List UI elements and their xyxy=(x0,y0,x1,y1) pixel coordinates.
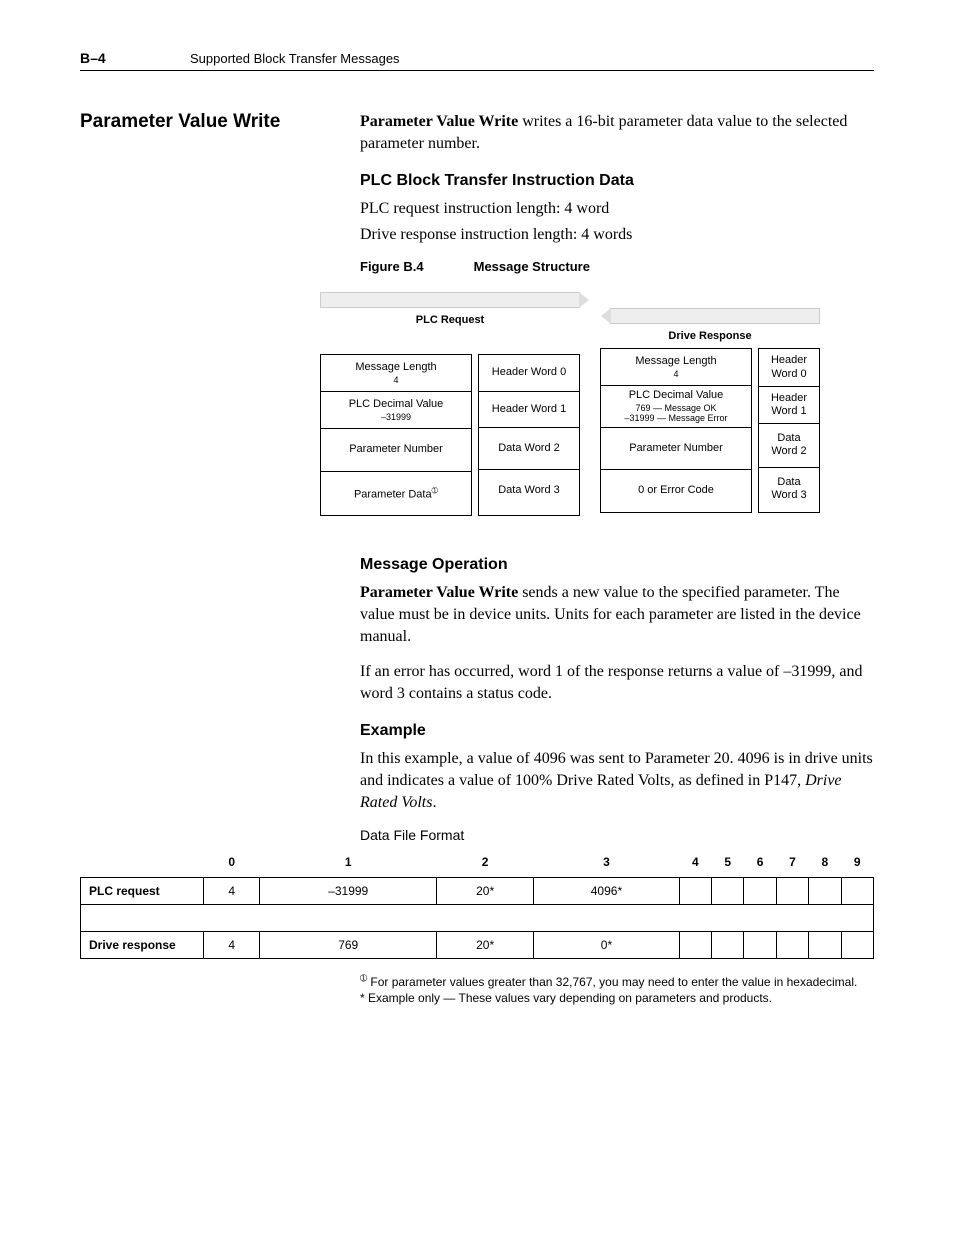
drv-cell: PLC Decimal Value769 — Message OK–31999 … xyxy=(601,386,751,428)
drv-cell: 0 or Error Code xyxy=(601,470,751,511)
msg-op-bold: Parameter Value Write xyxy=(360,584,518,601)
figure-caption: Figure B.4 Message Structure xyxy=(360,259,874,274)
cell: 4 xyxy=(204,932,260,959)
plc-line2: Drive response instruction length: 4 wor… xyxy=(360,224,874,246)
plc-word: Header Word 0 xyxy=(479,355,579,391)
row-label: PLC request xyxy=(81,878,204,905)
msg-op-p2: If an error has occurred, word 1 of the … xyxy=(360,661,874,704)
page-header: B–4 Supported Block Transfer Messages xyxy=(80,50,874,71)
figure-title: Message Structure xyxy=(474,259,590,274)
cell xyxy=(776,878,808,905)
drv-cell: Parameter Number xyxy=(601,428,751,470)
cell xyxy=(776,932,808,959)
example-p1: In this example, a value of 4096 was sen… xyxy=(360,748,874,813)
example-p1a: In this example, a value of 4096 was sen… xyxy=(360,750,873,789)
col-8: 8 xyxy=(809,851,841,878)
drive-response-group: Drive Response Message Length4 PLC Decim… xyxy=(600,292,820,516)
data-file-label: Data File Format xyxy=(360,827,874,843)
cell xyxy=(679,932,711,959)
cell: 4 xyxy=(204,878,260,905)
col-1: 1 xyxy=(260,851,437,878)
drv-word: Data Word 2 xyxy=(759,424,819,467)
cell: 20* xyxy=(436,878,533,905)
arrow-right-icon xyxy=(320,292,580,308)
cell: 4096* xyxy=(534,878,679,905)
data-file-table: 0 1 2 3 4 5 6 7 8 9 PLC request 4 –31999… xyxy=(80,851,874,959)
cell xyxy=(841,878,873,905)
drv-cell: Message Length4 xyxy=(601,349,751,386)
plc-right-stack: Header Word 0 Header Word 1 Data Word 2 … xyxy=(478,354,580,516)
cell: 769 xyxy=(260,932,437,959)
section-title: Parameter Value Write xyxy=(80,111,360,133)
plc-line1: PLC request instruction length: 4 word xyxy=(360,198,874,220)
drv-word: Header Word 0 xyxy=(759,349,819,386)
example-p1b: . xyxy=(432,794,436,811)
plc-word: Data Word 2 xyxy=(479,428,579,470)
table-row: Drive response 4 769 20* 0* xyxy=(81,932,874,959)
drive-response-title: Drive Response xyxy=(600,330,820,342)
header-title: Supported Block Transfer Messages xyxy=(190,51,400,66)
plc-word: Data Word 3 xyxy=(479,470,579,511)
col-7: 7 xyxy=(776,851,808,878)
plc-cell: Parameter Data➀ xyxy=(321,472,471,516)
cell xyxy=(744,932,776,959)
msg-op-p1: Parameter Value Write sends a new value … xyxy=(360,582,874,647)
arrow-left-icon xyxy=(610,308,820,324)
msg-op-heading: Message Operation xyxy=(360,556,874,574)
cell xyxy=(711,878,743,905)
footnotes: ➀ For parameter values greater than 32,7… xyxy=(360,973,874,1005)
cell: 20* xyxy=(436,932,533,959)
footnote-2: * Example only — These values vary depen… xyxy=(360,991,874,1005)
col-0: 0 xyxy=(204,851,260,878)
footnote-1: ➀ For parameter values greater than 32,7… xyxy=(360,973,874,989)
cell xyxy=(679,878,711,905)
intro-para: Parameter Value Write writes a 16-bit pa… xyxy=(360,111,874,154)
plc-cell: Parameter Number xyxy=(321,429,471,471)
page-number: B–4 xyxy=(80,50,190,66)
figure-label: Figure B.4 xyxy=(360,259,470,274)
drv-word: Data Word 3 xyxy=(759,468,819,510)
table-row: PLC request 4 –31999 20* 4096* xyxy=(81,878,874,905)
col-9: 9 xyxy=(841,851,873,878)
cell xyxy=(809,878,841,905)
cell: 0* xyxy=(534,932,679,959)
col-5: 5 xyxy=(711,851,743,878)
drv-left-stack: Message Length4 PLC Decimal Value769 — M… xyxy=(600,348,752,512)
col-3: 3 xyxy=(534,851,679,878)
drv-word: Header Word 1 xyxy=(759,387,819,424)
plc-cell: Message Length4 xyxy=(321,355,471,392)
message-structure-diagram: PLC Request Message Length4 PLC Decimal … xyxy=(320,292,874,516)
plc-cell: PLC Decimal Value–31999 xyxy=(321,392,471,429)
example-heading: Example xyxy=(360,722,874,740)
plc-request-group: PLC Request Message Length4 PLC Decimal … xyxy=(320,292,580,516)
plc-left-stack: Message Length4 PLC Decimal Value–31999 … xyxy=(320,354,472,516)
cell xyxy=(809,932,841,959)
cell xyxy=(841,932,873,959)
cell xyxy=(711,932,743,959)
cell: –31999 xyxy=(260,878,437,905)
row-label: Drive response xyxy=(81,932,204,959)
cell xyxy=(744,878,776,905)
col-6: 6 xyxy=(744,851,776,878)
drv-right-stack: Header Word 0 Header Word 1 Data Word 2 … xyxy=(758,348,820,512)
col-4: 4 xyxy=(679,851,711,878)
intro-bold: Parameter Value Write xyxy=(360,113,518,130)
col-2: 2 xyxy=(436,851,533,878)
plc-word: Header Word 1 xyxy=(479,392,579,428)
plc-block-heading: PLC Block Transfer Instruction Data xyxy=(360,172,874,190)
plc-request-title: PLC Request xyxy=(320,314,580,326)
table-header-row: 0 1 2 3 4 5 6 7 8 9 xyxy=(81,851,874,878)
